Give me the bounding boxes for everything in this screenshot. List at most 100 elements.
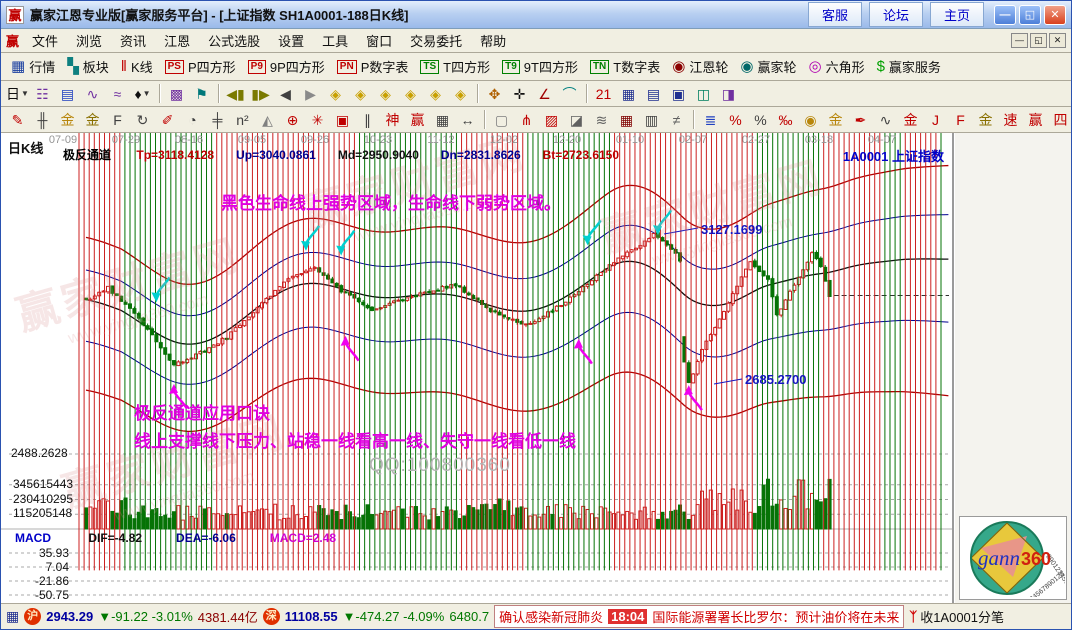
icon-cycle-clock-icon[interactable]: ◔ <box>181 109 204 130</box>
icon-gann-diamond-6-icon[interactable]: ◈ <box>449 83 472 104</box>
tool-gann-wheel[interactable]: ◉ 江恩轮 <box>669 56 731 77</box>
icon-grid-light-icon[interactable]: ▥ <box>640 109 663 130</box>
icon-save-icon[interactable]: ▣ <box>667 83 690 104</box>
icon-brush-2-icon[interactable]: ✐ <box>156 109 179 130</box>
shanghai-market-icon[interactable]: 沪 <box>24 608 42 625</box>
icon-candle-style-icon[interactable]: ♦ ▼ <box>131 83 154 104</box>
icon-f-line-icon[interactable]: F <box>949 109 972 130</box>
icon-crosshair-tool-icon[interactable]: ✛ <box>508 83 531 104</box>
icon-grid-lines-icon[interactable]: ╫ <box>31 109 54 130</box>
quote-monitor-icon[interactable]: ▦ <box>6 608 19 625</box>
icon-pen-line-icon[interactable]: ✒ <box>849 109 872 130</box>
icon-wave-9-icon[interactable]: ≈ <box>106 83 129 104</box>
icon-percent-icon[interactable]: % <box>749 109 772 130</box>
icon-flag-chart-icon[interactable]: ⚑ <box>190 83 213 104</box>
icon-square-target-icon[interactable]: ▣ <box>331 109 354 130</box>
link-homepage[interactable]: 主页 <box>929 2 984 27</box>
chart-panel[interactable]: 赢家财富网 www.yingjia360.com 赢家财富网 www.yingjia3… <box>1 133 954 603</box>
icon-ruler-lines-icon[interactable]: ╪ <box>206 109 229 130</box>
icon-j-line-icon[interactable]: J <box>924 109 947 130</box>
icon-shade-box-icon[interactable]: ▨ <box>540 109 563 130</box>
icon-gann-diamond-1-icon[interactable]: ◈ <box>324 83 347 104</box>
icon-gold-split-1-icon[interactable]: 金 <box>56 109 79 130</box>
tool-p-square[interactable]: PS P四方形 <box>162 56 239 77</box>
icon-measure-tool-icon[interactable]: ⌒ <box>558 83 581 104</box>
icon-si-line-icon[interactable]: 四 <box>1049 109 1071 130</box>
icon-shen-tool-icon[interactable]: 神 <box>381 109 404 130</box>
link-customer-service[interactable]: 客服 <box>807 2 862 27</box>
tool-p-number-table[interactable]: PN P数字表 <box>334 56 412 77</box>
icon-angle-tool-icon[interactable]: ∠ <box>533 83 556 104</box>
icon-width-measure-icon[interactable]: ↔ <box>456 109 479 130</box>
mdi-close-button[interactable]: ✕ <box>1049 33 1066 48</box>
tool-t-square[interactable]: TS T四方形 <box>417 56 493 77</box>
mdi-minimize-button[interactable]: — <box>1011 33 1028 48</box>
tool-kline[interactable]: ‖ K线 <box>118 56 156 77</box>
icon-step-back-icon[interactable]: ◀ <box>274 83 297 104</box>
icon-win-tool-icon[interactable]: 赢 <box>406 109 429 130</box>
menu-8[interactable]: 交易委托 <box>401 29 471 52</box>
icon-gold-circle-icon[interactable]: ◉ <box>799 109 822 130</box>
icon-remote-pc-icon[interactable]: ◨ <box>717 83 740 104</box>
icon-gann-diamond-5-icon[interactable]: ◈ <box>424 83 447 104</box>
icon-gann-diamond-2-icon[interactable]: ◈ <box>349 83 372 104</box>
tool-9t-square[interactable]: T9 9T四方形 <box>499 56 581 77</box>
icon-info-panel-icon[interactable]: ▤ <box>56 83 79 104</box>
icon-wave-line-icon[interactable]: ∿ <box>874 109 897 130</box>
icon-export-chart-icon[interactable]: ◫ <box>692 83 715 104</box>
icon-gold-angle-icon[interactable]: 金 <box>974 109 997 130</box>
icon-step-forward-icon[interactable]: ▶ <box>299 83 322 104</box>
icon-grid-dark-icon[interactable]: ▦ <box>615 109 638 130</box>
icon-goto-first-icon[interactable]: ◀▮ <box>224 83 247 104</box>
tool-winner-service[interactable]: $ 赢家服务 <box>874 56 944 77</box>
icon-gann-target-icon[interactable]: ⊕ <box>281 109 304 130</box>
icon-fibonacci-icon[interactable]: F <box>106 109 129 130</box>
menu-3[interactable]: 江恩 <box>155 29 199 52</box>
icon-win-line-icon[interactable]: 赢 <box>1024 109 1047 130</box>
icon-pattern-tool-icon[interactable]: ▩ <box>165 83 188 104</box>
icon-hand-tool-icon[interactable]: ✥ <box>483 83 506 104</box>
icon-triangle-tool-icon[interactable]: ◭ <box>256 109 279 130</box>
tool-sectors[interactable]: ▚ 板块 <box>64 56 112 77</box>
icon-period-selector-icon[interactable]: 日 ▼ <box>6 83 29 104</box>
icon-goto-last-icon[interactable]: ▮▶ <box>249 83 272 104</box>
icon-slash-lines-icon[interactable]: ≠ <box>665 109 688 130</box>
icon-calendar-icon[interactable]: 21 <box>592 83 615 104</box>
minimize-button[interactable]: — <box>994 4 1016 25</box>
icon-trend-map-icon[interactable]: ☷ <box>31 83 54 104</box>
shenzhen-market-icon[interactable]: 深 <box>262 608 280 625</box>
tool-winner-wheel[interactable]: ◉ 赢家轮 <box>737 56 799 77</box>
icon-n-square-icon[interactable]: n² <box>231 109 254 130</box>
close-button[interactable]: ✕ <box>1044 4 1066 25</box>
icon-wave-3-icon[interactable]: ∿ <box>81 83 104 104</box>
icon-pitchfork-icon[interactable]: ∥ <box>356 109 379 130</box>
tool-quotes[interactable]: ▦ 行情 <box>8 56 58 77</box>
menu-2[interactable]: 资讯 <box>111 29 155 52</box>
menu-1[interactable]: 浏览 <box>67 29 111 52</box>
icon-calculator-icon[interactable]: ▦ <box>617 83 640 104</box>
menu-4[interactable]: 公式选股 <box>199 29 269 52</box>
tool-9p-square[interactable]: P9 9P四方形 <box>245 56 328 77</box>
icon-gann-diamond-4-icon[interactable]: ◈ <box>399 83 422 104</box>
icon-parallel-lines-icon[interactable]: ≋ <box>590 109 613 130</box>
tool-hexagon[interactable]: ◎ 六角形 <box>805 56 867 77</box>
menu-7[interactable]: 窗口 <box>357 29 401 52</box>
menu-5[interactable]: 设置 <box>269 29 313 52</box>
icon-gold-split-2-icon[interactable]: 金 <box>81 109 104 130</box>
menu-6[interactable]: 工具 <box>313 29 357 52</box>
icon-percent-band-icon[interactable]: ‰ <box>774 109 797 130</box>
icon-grid-123-icon[interactable]: ▦ <box>431 109 454 130</box>
mdi-restore-button[interactable]: ◱ <box>1030 33 1047 48</box>
icon-brush-tool-icon[interactable]: ✎ <box>6 109 29 130</box>
news-ticker[interactable]: 确认感染新冠肺炎 18:04 国际能源署署长比罗尔：预计油价将在未来 <box>494 605 905 628</box>
link-forum[interactable]: 论坛 <box>868 2 923 27</box>
icon-spiral-icon[interactable]: ↻ <box>131 109 154 130</box>
tool-t-number-table[interactable]: TN T数字表 <box>587 56 663 77</box>
icon-fan-lines-icon[interactable]: ⋔ <box>515 109 538 130</box>
menu-0[interactable]: 文件 <box>23 29 67 52</box>
icon-half-box-icon[interactable]: ◪ <box>565 109 588 130</box>
icon-su-line-icon[interactable]: 速 <box>999 109 1022 130</box>
maximize-button[interactable]: ◱ <box>1019 4 1041 25</box>
icon-gann-diamond-3-icon[interactable]: ◈ <box>374 83 397 104</box>
icon-gold-red-icon[interactable]: 金 <box>899 109 922 130</box>
